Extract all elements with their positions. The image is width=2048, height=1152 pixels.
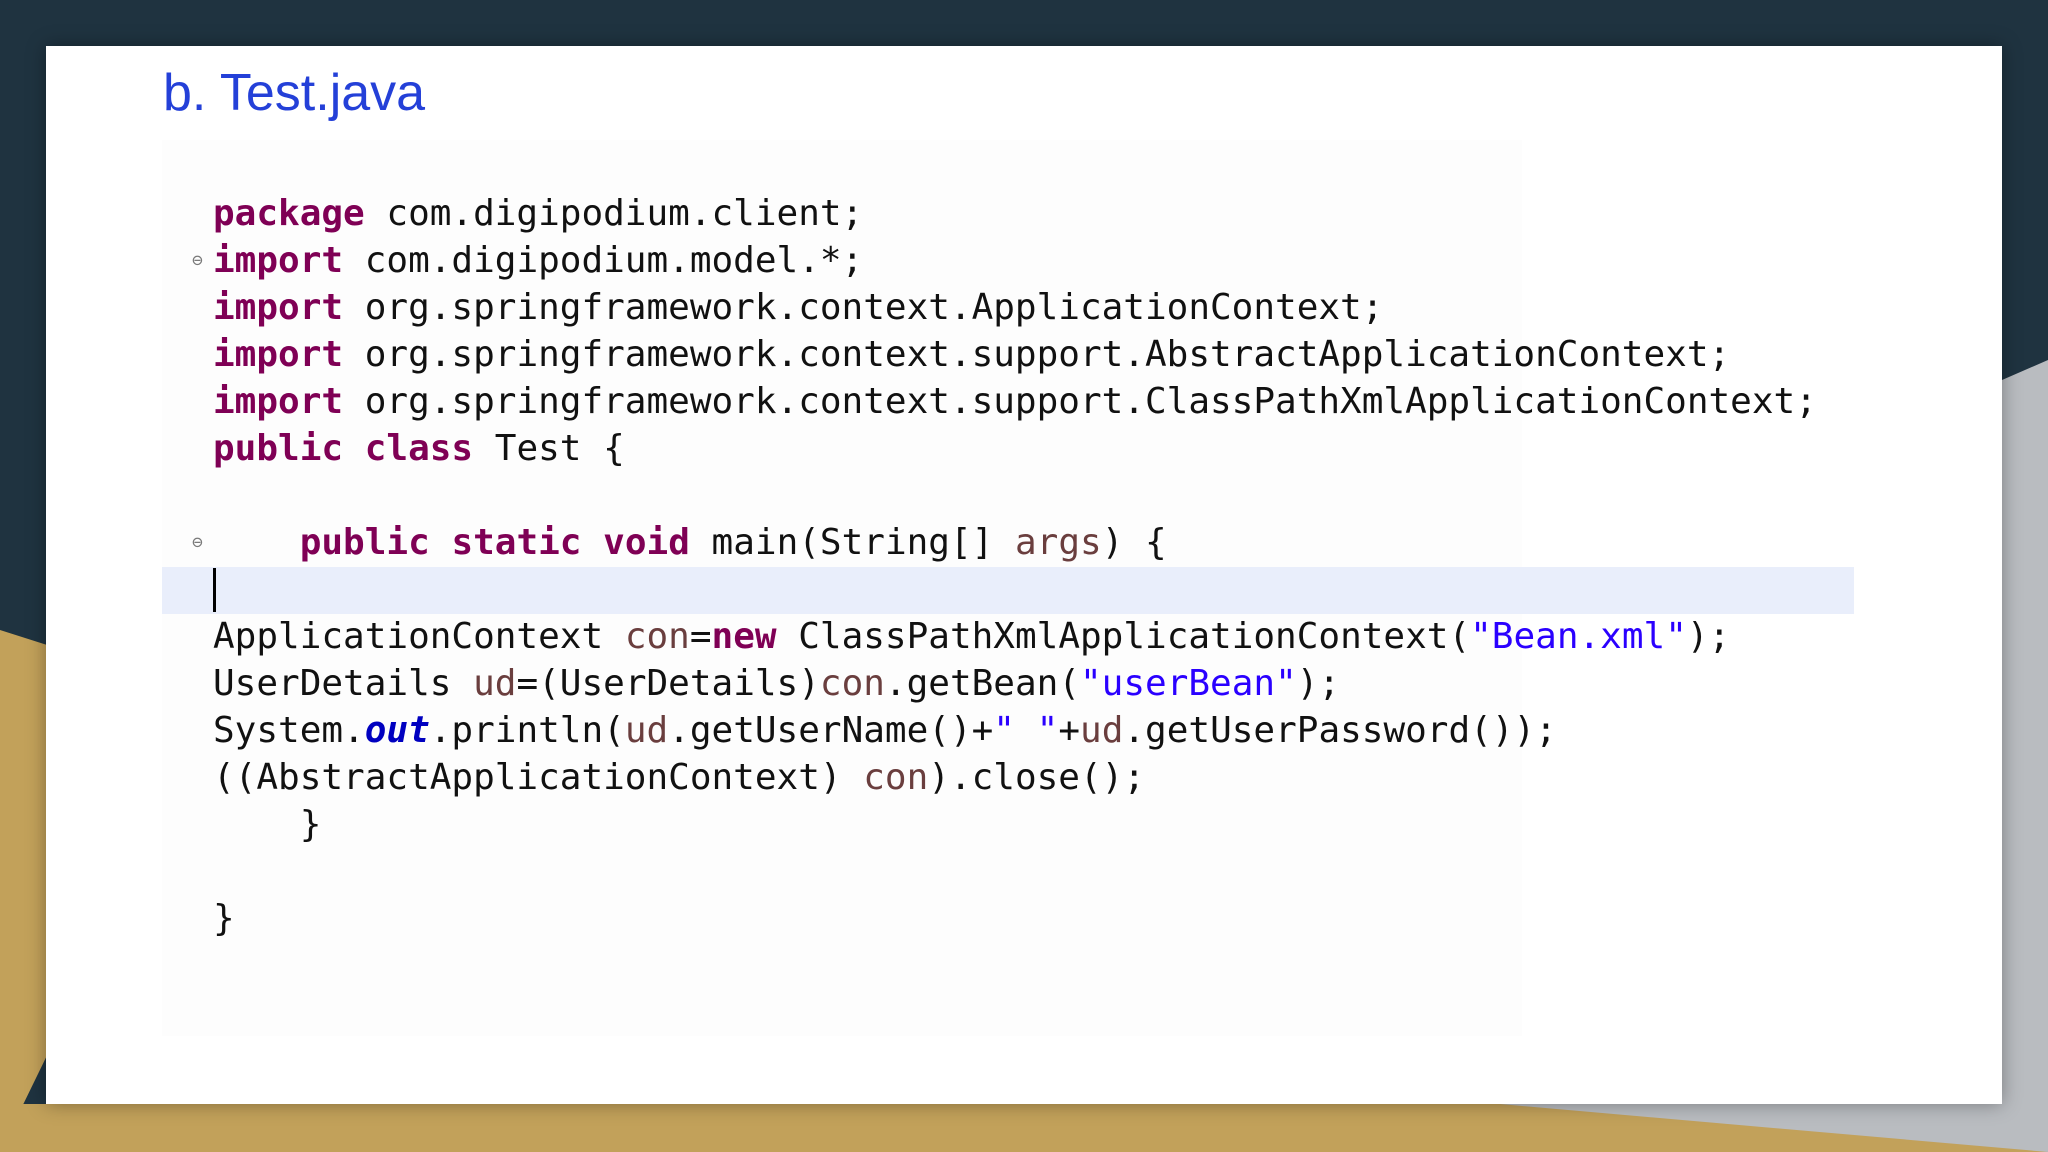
code-block[interactable]: package com.digipodium.client; import com… <box>213 190 1817 942</box>
code-line: import org.springframework.context.suppo… <box>213 331 1817 378</box>
code-variable: ud <box>624 710 669 751</box>
code-text: org.springframework.context.support.Clas… <box>343 381 1817 422</box>
code-text: main(String[] <box>689 522 1015 563</box>
code-text: } <box>213 804 322 845</box>
code-string-literal: " " <box>993 710 1059 751</box>
code-text: org.springframework.context.ApplicationC… <box>343 287 1384 328</box>
code-text: UserDetails <box>213 663 474 704</box>
code-string-literal: "userBean" <box>1080 663 1297 704</box>
code-variable: ud <box>1080 710 1124 751</box>
code-keyword: import <box>213 287 344 328</box>
code-keyword: import <box>213 381 344 422</box>
code-text: .getUserPassword()); <box>1123 710 1557 751</box>
code-text: ); <box>1686 616 1731 657</box>
code-text: System. <box>213 710 365 751</box>
code-text: .getUserName()+ <box>668 710 994 751</box>
code-text: ).close(); <box>928 757 1145 798</box>
code-keyword: public <box>299 522 430 563</box>
code-line: System.out.println(ud.getUserName()+" "+… <box>213 707 1817 754</box>
code-text: ) { <box>1101 522 1167 563</box>
code-text: Test { <box>473 428 625 469</box>
code-text: + <box>1058 710 1081 751</box>
code-line: public class Test { <box>213 425 1817 472</box>
code-text: ); <box>1296 663 1341 704</box>
code-line: } <box>213 801 1817 848</box>
code-keyword: import <box>213 240 344 281</box>
code-variable: con <box>863 757 929 798</box>
code-static-field: out <box>364 710 430 751</box>
code-keyword: new <box>711 616 777 657</box>
code-keyword: public <box>213 428 344 469</box>
code-line: ApplicationContext con=new ClassPathXmlA… <box>213 613 1817 660</box>
code-text: ((AbstractApplicationContext) <box>213 757 864 798</box>
code-line: } <box>213 895 1817 942</box>
code-line: import org.springframework.context.Appli… <box>213 284 1817 331</box>
code-keyword: static <box>451 522 582 563</box>
code-keyword: class <box>364 428 474 469</box>
code-line: package com.digipodium.client; <box>213 190 1817 237</box>
code-variable: con <box>624 616 690 657</box>
code-line: public static void main(String[] args) { <box>213 519 1817 566</box>
code-variable: ud <box>473 663 517 704</box>
code-line: import com.digipodium.model.*; <box>213 237 1817 284</box>
code-variable: con <box>819 663 885 704</box>
code-line: UserDetails ud=(UserDetails)con.getBean(… <box>213 660 1817 707</box>
fold-marker-icon[interactable]: ⊖ <box>192 250 203 271</box>
code-text: .getBean( <box>884 663 1080 704</box>
code-keyword: import <box>213 334 344 375</box>
code-text: com.digipodium.model.*; <box>343 240 864 281</box>
code-keyword: void <box>603 522 690 563</box>
code-text: ClassPathXmlApplicationContext( <box>776 616 1471 657</box>
code-line: import org.springframework.context.suppo… <box>213 378 1817 425</box>
code-text: .println( <box>429 710 625 751</box>
code-text: } <box>213 898 235 939</box>
fold-marker-icon[interactable]: ⊖ <box>192 532 203 553</box>
code-keyword: package <box>213 193 365 234</box>
code-text: org.springframework.context.support.Abst… <box>343 334 1731 375</box>
slide-title: b. Test.java <box>163 64 426 122</box>
code-string-literal: "Bean.xml" <box>1470 616 1687 657</box>
code-parameter: args <box>1014 522 1102 563</box>
code-text: =(UserDetails) <box>516 663 820 704</box>
code-text: = <box>689 616 712 657</box>
code-text: com.digipodium.client; <box>364 193 864 234</box>
code-line: ((AbstractApplicationContext) con).close… <box>213 754 1817 801</box>
code-text: ApplicationContext <box>213 616 625 657</box>
